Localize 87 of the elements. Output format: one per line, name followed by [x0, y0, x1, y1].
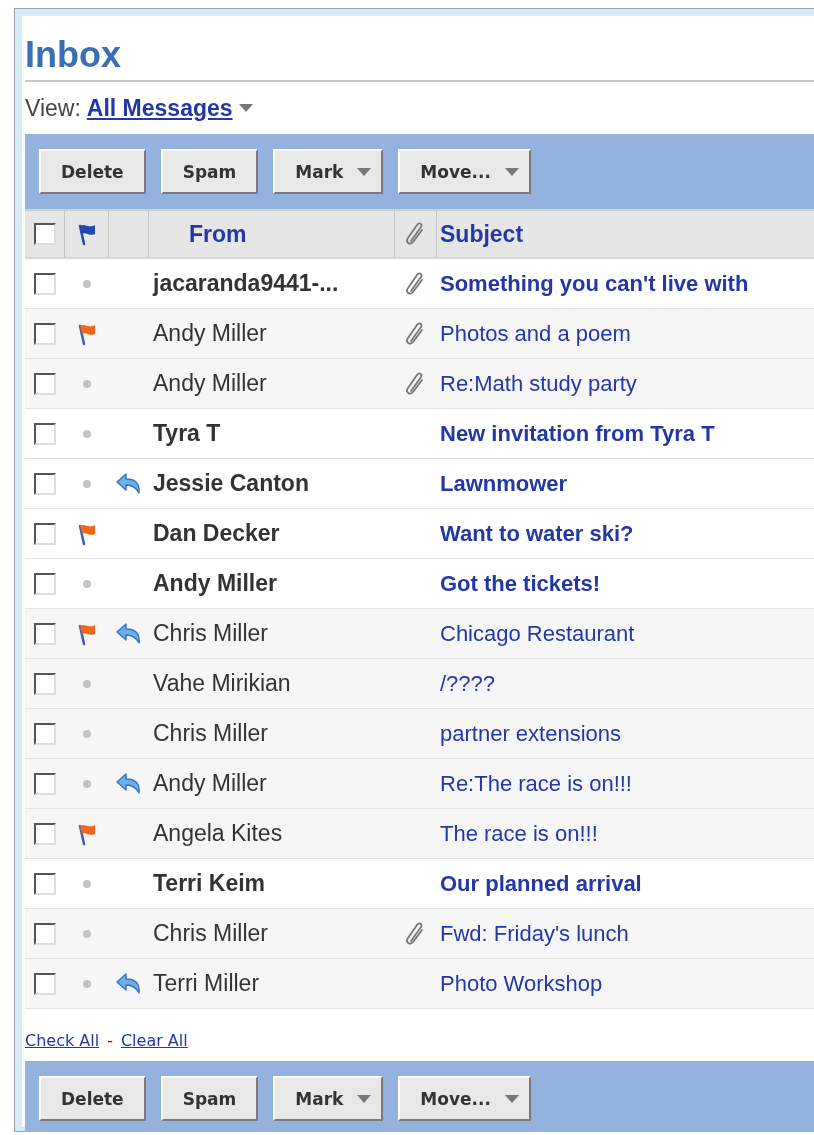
message-row[interactable]: Chris Miller partner extensions	[25, 709, 814, 759]
sender: Chris Miller	[152, 720, 269, 747]
dot-icon[interactable]	[83, 729, 91, 738]
dot-icon[interactable]	[83, 979, 91, 988]
sender: Tyra T	[152, 420, 222, 447]
checkbox[interactable]	[34, 822, 56, 845]
subject-link[interactable]: Photo Workshop	[437, 970, 814, 997]
view-label: View:	[25, 94, 81, 122]
sender: jacaranda9441-...	[151, 270, 340, 297]
subject-link[interactable]: Re:The race is on!!!	[437, 770, 814, 797]
menu-button[interactable]: Move...	[398, 1076, 531, 1121]
subject-link[interactable]: Lawnmower	[437, 470, 814, 497]
checkbox[interactable]	[34, 922, 56, 945]
caret-icon	[357, 167, 372, 176]
caret-icon	[504, 167, 519, 176]
caret-icon	[504, 1094, 519, 1103]
message-row[interactable]: Angela Kites The race is on!!!	[25, 809, 814, 859]
sender: Dan Decker	[152, 520, 281, 547]
dot-icon[interactable]	[83, 279, 91, 288]
subject-link[interactable]: Our planned arrival	[437, 870, 814, 897]
checkbox[interactable]	[34, 322, 56, 345]
subject-link[interactable]: Re:Math study party	[437, 370, 814, 397]
checkbox[interactable]	[34, 272, 56, 295]
menu-button[interactable]: Mark	[273, 1076, 384, 1121]
sender: Andy Miller	[152, 770, 268, 797]
sender: Andy Miller	[152, 320, 268, 347]
checkbox[interactable]	[34, 422, 56, 445]
checkbox[interactable]	[34, 972, 56, 995]
dot-icon[interactable]	[83, 779, 91, 788]
column-header[interactable]: Subject	[440, 220, 524, 248]
dot-icon[interactable]	[83, 479, 91, 488]
sender: Vahe Mirikian	[152, 670, 292, 697]
message-row[interactable]: Andy Miller Photos and a poem	[25, 309, 814, 359]
sender: Jessie Canton	[152, 470, 310, 497]
subject-link[interactable]: Fwd: Friday's lunch	[437, 920, 814, 947]
sender: Angela Kites	[152, 820, 284, 847]
subject-link[interactable]: Want to water ski?	[437, 520, 814, 547]
checkbox[interactable]	[34, 872, 56, 895]
message-row[interactable]: Chris Miller Chicago Restaurant	[25, 609, 814, 659]
checkbox[interactable]	[33, 223, 56, 245]
subject-link[interactable]: partner extensions	[437, 720, 814, 747]
subject-link[interactable]: Photos and a poem	[437, 320, 814, 347]
sender: Andy Miller	[152, 370, 268, 397]
message-row[interactable]: Andy Miller Re:The race is on!!!	[25, 759, 814, 809]
view-dropdown[interactable]: All Messages	[86, 94, 233, 122]
clear-all-link[interactable]: Clear All	[120, 1030, 188, 1050]
dot-icon[interactable]	[83, 879, 91, 888]
checkbox[interactable]	[34, 472, 56, 495]
toolbar-button[interactable]: Spam	[160, 1076, 259, 1121]
checkbox[interactable]	[34, 572, 56, 595]
toolbar-button[interactable]: Spam	[160, 149, 259, 194]
menu-button[interactable]: Mark	[273, 149, 384, 194]
checkbox[interactable]	[34, 622, 56, 645]
dot-icon[interactable]	[83, 679, 91, 688]
sender: Chris Miller	[152, 920, 269, 947]
message-row[interactable]: Terri Miller Photo Workshop	[25, 959, 814, 1009]
toolbar-button[interactable]: Delete	[39, 149, 146, 194]
subject-link[interactable]: Chicago Restaurant	[437, 620, 814, 647]
subject-link[interactable]: /????	[437, 670, 814, 697]
menu-button[interactable]: Move...	[398, 149, 531, 194]
checkbox[interactable]	[34, 372, 56, 395]
checkbox[interactable]	[34, 672, 56, 695]
dot-icon[interactable]	[83, 429, 91, 438]
checkbox[interactable]	[34, 772, 56, 795]
checkbox[interactable]	[34, 522, 56, 545]
caret-icon[interactable]	[238, 104, 253, 112]
page-title: Inbox	[25, 16, 814, 82]
sender: Terri Keim	[152, 870, 267, 897]
subject-link[interactable]: Got the tickets!	[437, 570, 814, 597]
check-all-link[interactable]: Check All	[25, 1030, 100, 1050]
sender: Chris Miller	[152, 620, 269, 647]
subject-link[interactable]: New invitation from Tyra T	[437, 420, 814, 447]
sender: Terri Miller	[152, 970, 261, 997]
dot-icon[interactable]	[83, 929, 91, 938]
subject-link[interactable]: The race is on!!!	[437, 820, 814, 847]
dot-icon[interactable]	[83, 379, 91, 388]
message-row[interactable]: Chris Miller Fwd: Friday's lunch	[25, 909, 814, 959]
message-row[interactable]: Vahe Mirikian /????	[25, 659, 814, 709]
toolbar-button[interactable]: Delete	[39, 1076, 146, 1121]
subject-link[interactable]: Something you can't live with	[437, 270, 814, 297]
caret-icon	[357, 1094, 372, 1103]
message-row[interactable]: Andy Miller Re:Math study party	[25, 359, 814, 409]
separator: -	[107, 1030, 113, 1050]
checkbox[interactable]	[34, 722, 56, 745]
dot-icon[interactable]	[83, 579, 91, 588]
column-header[interactable]: From	[189, 220, 247, 248]
sender: Andy Miller	[152, 570, 278, 597]
